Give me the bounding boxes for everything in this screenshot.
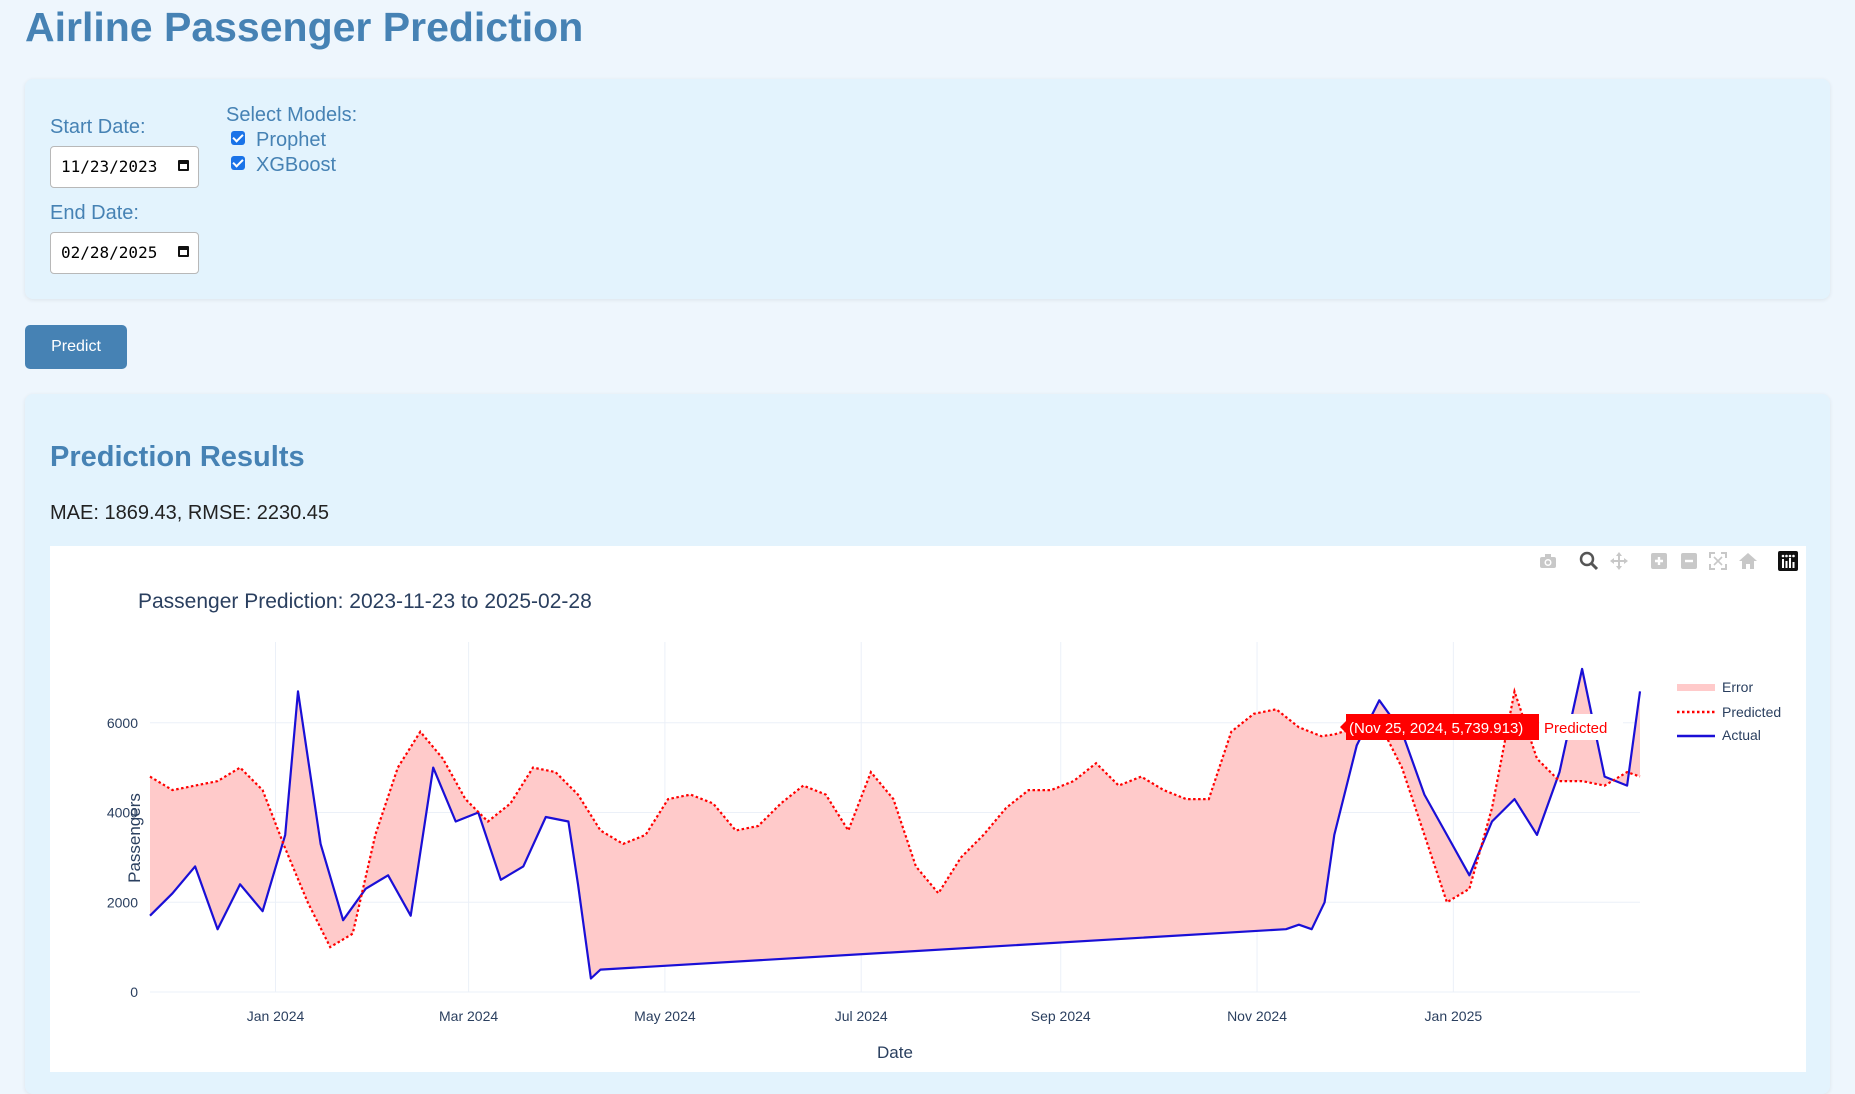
xgboost-checkbox[interactable] — [231, 156, 245, 170]
legend-predicted[interactable]: Predicted — [1722, 704, 1781, 720]
y-axis-label: Passengers — [125, 793, 144, 883]
x-tick-label: May 2024 — [634, 1008, 696, 1024]
page-title: Airline Passenger Prediction — [25, 4, 584, 50]
x-tick-label: Jan 2024 — [247, 1008, 305, 1024]
start-date-value: 11/23/2023 — [61, 157, 158, 176]
predict-button[interactable]: Predict — [25, 325, 127, 369]
legend-error-swatch — [1677, 684, 1715, 691]
legend: Error Predicted Actual — [1677, 679, 1781, 743]
end-date-input[interactable]: 02/28/2025 — [50, 232, 199, 274]
legend-error[interactable]: Error — [1722, 679, 1753, 695]
x-tick-label: Jul 2024 — [835, 1008, 888, 1024]
x-tick-label: Mar 2024 — [439, 1008, 498, 1024]
end-date-value: 02/28/2025 — [61, 243, 158, 262]
x-tick-label: Jan 2025 — [1425, 1008, 1483, 1024]
tooltip-text: (Nov 25, 2024, 5,739.913) — [1349, 720, 1523, 737]
start-date-input[interactable]: 11/23/2023 — [50, 146, 199, 188]
tooltip-series: Predicted — [1544, 720, 1607, 737]
xgboost-label[interactable]: XGBoost — [256, 154, 336, 177]
x-tick-label: Nov 2024 — [1227, 1008, 1287, 1024]
end-date-label: End Date: — [50, 202, 139, 224]
models-label: Select Models: — [226, 104, 358, 126]
hover-tooltip: (Nov 25, 2024, 5,739.913) Predicted — [1340, 714, 1623, 740]
calendar-icon[interactable] — [178, 246, 189, 257]
y-tick-label: 2000 — [107, 894, 138, 910]
prophet-label[interactable]: Prophet — [256, 129, 326, 152]
start-date-label: Start Date: — [50, 116, 146, 138]
x-axis-label: Date — [877, 1043, 913, 1062]
chart-title: Passenger Prediction: 2023-11-23 to 2025… — [138, 590, 592, 613]
y-tick-label: 6000 — [107, 715, 138, 731]
results-heading: Prediction Results — [50, 441, 305, 473]
x-tick-label: Sep 2024 — [1031, 1008, 1091, 1024]
y-tick-label: 0 — [130, 984, 138, 1000]
prophet-checkbox[interactable] — [231, 131, 245, 145]
calendar-icon[interactable] — [178, 160, 189, 171]
metrics-text: MAE: 1869.43, RMSE: 2230.45 — [50, 502, 330, 524]
passenger-chart[interactable]: Passenger Prediction: 2023-11-23 to 2025… — [50, 546, 1806, 1072]
legend-actual[interactable]: Actual — [1722, 727, 1761, 743]
